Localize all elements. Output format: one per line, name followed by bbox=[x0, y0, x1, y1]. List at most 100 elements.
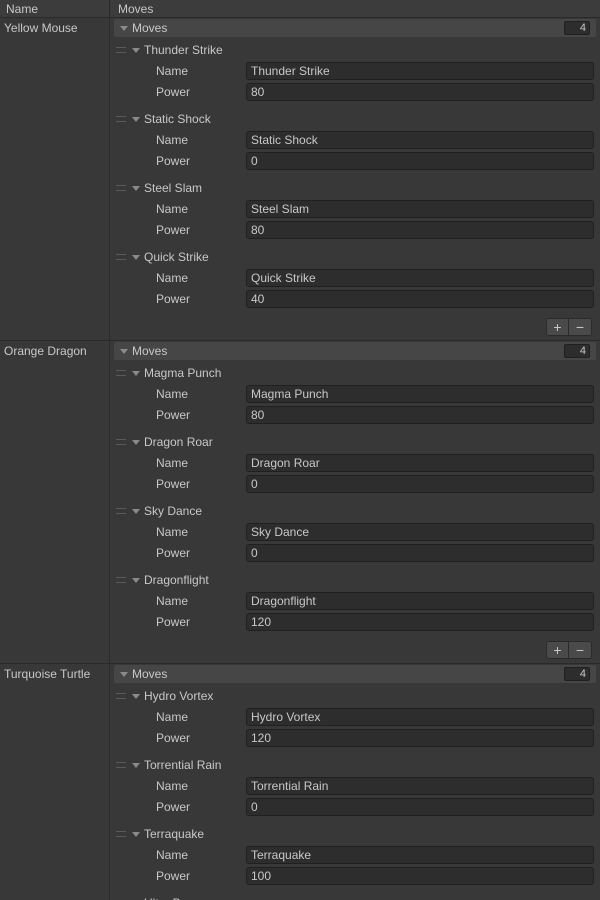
prop-label-name: Name bbox=[114, 848, 246, 862]
move-power-field[interactable] bbox=[246, 729, 594, 747]
drag-handle-icon[interactable] bbox=[116, 116, 126, 122]
prop-label-name: Name bbox=[114, 525, 246, 539]
move-title: Terraquake bbox=[144, 827, 204, 841]
prop-label-power: Power bbox=[114, 615, 246, 629]
move-name-field[interactable] bbox=[246, 708, 594, 726]
foldout-icon[interactable] bbox=[132, 255, 140, 260]
creature-block: Yellow MouseMovesThunder StrikeNamePower… bbox=[0, 18, 600, 341]
drag-handle-icon[interactable] bbox=[116, 47, 126, 53]
move-name-field[interactable] bbox=[246, 385, 594, 403]
moves-count-field[interactable] bbox=[564, 21, 590, 35]
drag-handle-icon[interactable] bbox=[116, 254, 126, 260]
move-name-field[interactable] bbox=[246, 777, 594, 795]
foldout-icon[interactable] bbox=[132, 832, 140, 837]
move-name-field[interactable] bbox=[246, 846, 594, 864]
move-name-field[interactable] bbox=[246, 592, 594, 610]
move-name-field[interactable] bbox=[246, 523, 594, 541]
move-name-field[interactable] bbox=[246, 62, 594, 80]
move-power-field[interactable] bbox=[246, 475, 594, 493]
drag-handle-icon[interactable] bbox=[116, 185, 126, 191]
column-header-row: Name Moves bbox=[0, 0, 600, 18]
move-power-field[interactable] bbox=[246, 290, 594, 308]
foldout-icon[interactable] bbox=[132, 763, 140, 768]
move-power-field[interactable] bbox=[246, 152, 594, 170]
prop-label-power: Power bbox=[114, 477, 246, 491]
foldout-icon[interactable] bbox=[132, 186, 140, 191]
move-item: Dragon RoarNamePower bbox=[114, 432, 596, 495]
move-power-field[interactable] bbox=[246, 221, 594, 239]
remove-element-button[interactable]: − bbox=[569, 642, 591, 658]
prop-label-name: Name bbox=[114, 271, 246, 285]
move-item: Thunder StrikeNamePower bbox=[114, 40, 596, 103]
creature-name: Turquoise Turtle bbox=[0, 667, 109, 681]
foldout-icon[interactable] bbox=[120, 672, 128, 677]
prop-label-power: Power bbox=[114, 869, 246, 883]
drag-handle-icon[interactable] bbox=[116, 831, 126, 837]
prop-label-name: Name bbox=[114, 64, 246, 78]
prop-label-power: Power bbox=[114, 154, 246, 168]
move-item: Ultra BeamNamePower bbox=[114, 893, 596, 900]
drag-handle-icon[interactable] bbox=[116, 577, 126, 583]
moves-count-field[interactable] bbox=[564, 344, 590, 358]
move-name-field[interactable] bbox=[246, 200, 594, 218]
prop-label-power: Power bbox=[114, 800, 246, 814]
drag-handle-icon[interactable] bbox=[116, 439, 126, 445]
move-power-field[interactable] bbox=[246, 867, 594, 885]
moves-label: Moves bbox=[132, 667, 167, 681]
move-title: Hydro Vortex bbox=[144, 689, 213, 703]
move-item: DragonflightNamePower bbox=[114, 570, 596, 633]
move-power-field[interactable] bbox=[246, 83, 594, 101]
moves-array-header[interactable]: Moves bbox=[114, 665, 596, 683]
move-item: Quick Strike Name Power bbox=[114, 247, 596, 310]
move-title: Static Shock bbox=[144, 112, 211, 126]
drag-handle-icon[interactable] bbox=[116, 762, 126, 768]
foldout-icon[interactable] bbox=[132, 509, 140, 514]
move-title: Sky Dance bbox=[144, 504, 202, 518]
move-power-field[interactable] bbox=[246, 798, 594, 816]
foldout-icon[interactable] bbox=[132, 440, 140, 445]
move-name-field[interactable] bbox=[246, 454, 594, 472]
move-power-field[interactable] bbox=[246, 406, 594, 424]
move-item: Static ShockNamePower bbox=[114, 109, 596, 172]
creature-block: Orange DragonMovesMagma PunchNamePowerDr… bbox=[0, 341, 600, 664]
foldout-icon[interactable] bbox=[120, 349, 128, 354]
move-item: Hydro VortexNamePower bbox=[114, 686, 596, 749]
move-name-field[interactable] bbox=[246, 131, 594, 149]
moves-label: Moves bbox=[132, 21, 167, 35]
remove-element-button[interactable]: − bbox=[569, 319, 591, 335]
prop-label-name: Name bbox=[114, 779, 246, 793]
move-power-field[interactable] bbox=[246, 613, 594, 631]
moves-array-header[interactable]: Moves bbox=[114, 342, 596, 360]
move-title: Magma Punch bbox=[144, 366, 221, 380]
move-power-field[interactable] bbox=[246, 544, 594, 562]
array-footer: +− bbox=[114, 316, 596, 340]
foldout-icon[interactable] bbox=[120, 26, 128, 31]
creature-name: Orange Dragon bbox=[0, 344, 109, 358]
array-footer: +− bbox=[114, 639, 596, 663]
prop-label-power: Power bbox=[114, 292, 246, 306]
prop-label-name: Name bbox=[114, 202, 246, 216]
moves-count-field[interactable] bbox=[564, 667, 590, 681]
drag-handle-icon[interactable] bbox=[116, 508, 126, 514]
foldout-icon[interactable] bbox=[132, 117, 140, 122]
foldout-icon[interactable] bbox=[132, 578, 140, 583]
drag-handle-icon[interactable] bbox=[116, 370, 126, 376]
move-name-field[interactable] bbox=[246, 269, 594, 287]
move-title: Dragon Roar bbox=[144, 435, 213, 449]
column-header-moves: Moves bbox=[109, 0, 600, 17]
drag-handle-icon[interactable] bbox=[116, 693, 126, 699]
move-item: Steel Slam Name Power bbox=[114, 178, 596, 241]
add-element-button[interactable]: + bbox=[547, 319, 569, 335]
foldout-icon[interactable] bbox=[132, 694, 140, 699]
move-title: Steel Slam bbox=[144, 181, 202, 195]
prop-label-power: Power bbox=[114, 223, 246, 237]
move-title: Quick Strike bbox=[144, 250, 209, 264]
foldout-icon[interactable] bbox=[132, 371, 140, 376]
creature-block: Turquoise TurtleMovesHydro VortexNamePow… bbox=[0, 664, 600, 900]
move-item: Terraquake Name Power bbox=[114, 824, 596, 887]
prop-label-name: Name bbox=[114, 387, 246, 401]
moves-array-header[interactable]: Moves bbox=[114, 19, 596, 37]
add-element-button[interactable]: + bbox=[547, 642, 569, 658]
move-title: Torrential Rain bbox=[144, 758, 221, 772]
foldout-icon[interactable] bbox=[132, 48, 140, 53]
